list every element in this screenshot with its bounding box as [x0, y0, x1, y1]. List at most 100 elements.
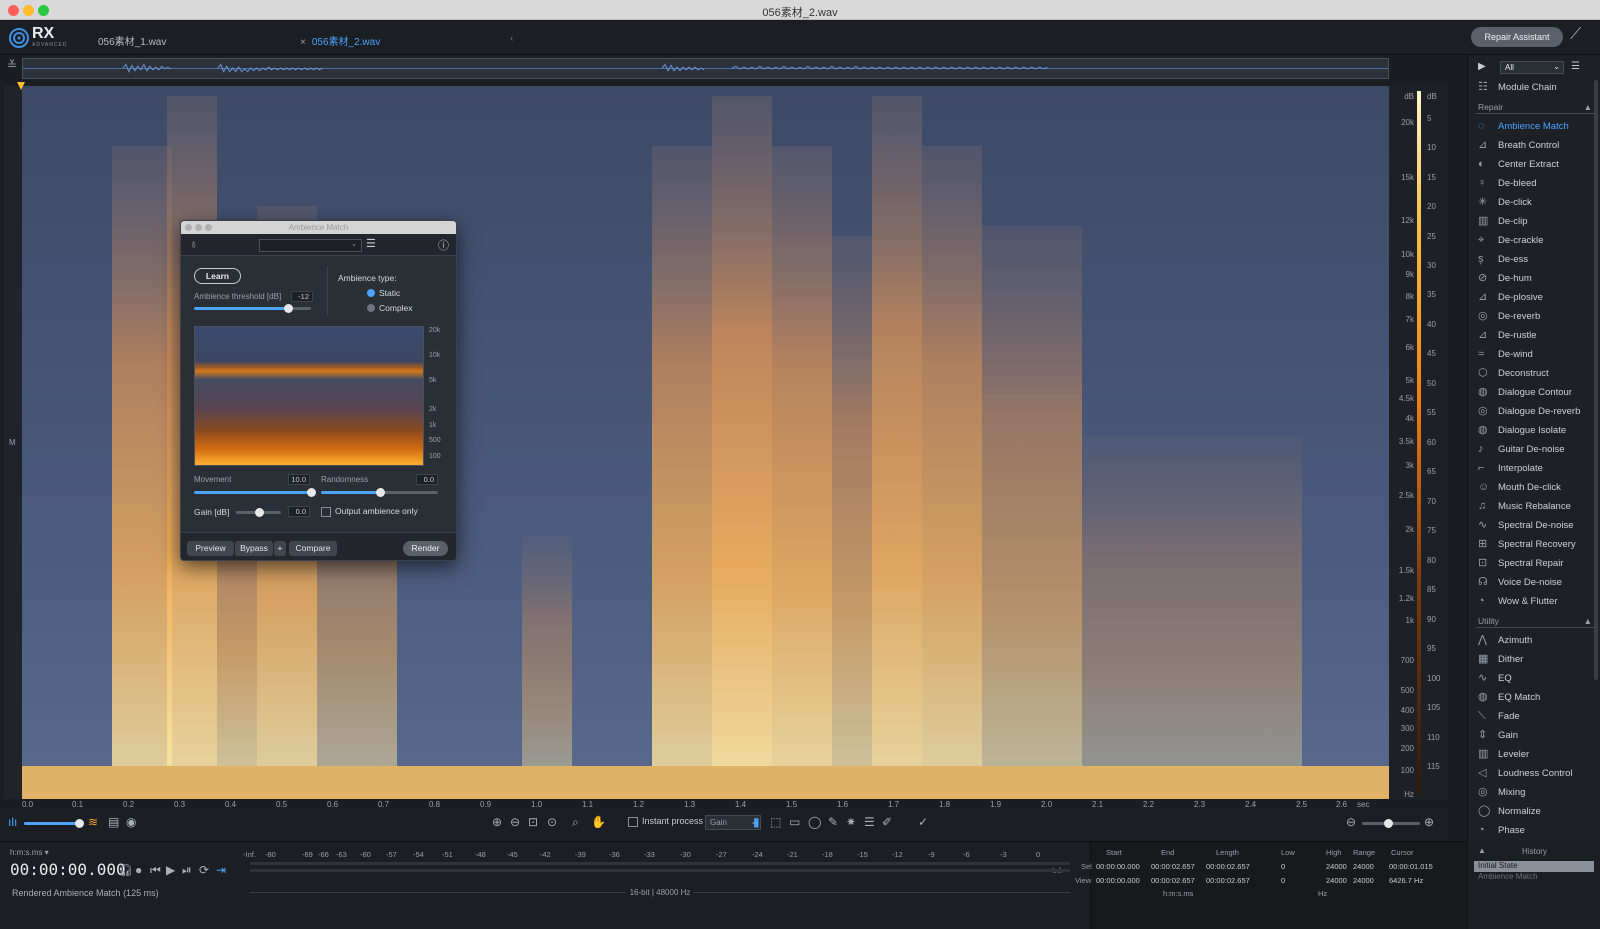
module-dither[interactable]: ▦ Dither — [1476, 650, 1594, 669]
zoom-out-icon[interactable]: ⊖ — [510, 815, 520, 829]
rect-selection-tool-icon[interactable]: ⬚ — [770, 815, 781, 829]
movement-slider-knob[interactable] — [307, 488, 316, 497]
module-panel-scrollbar[interactable] — [1594, 80, 1598, 680]
module-de-reverb[interactable]: ◎ De-reverb — [1476, 307, 1594, 326]
menu-icon[interactable]: ☰ — [1571, 61, 1580, 72]
module-interpolate[interactable]: ⌐ Interpolate — [1476, 459, 1594, 478]
movement-value[interactable]: 10.0 — [288, 474, 310, 485]
utility-section-header[interactable]: Utility ▲ — [1476, 615, 1594, 628]
dialog-zoom-button[interactable] — [205, 224, 212, 231]
horizontal-zoom-knob[interactable] — [1384, 819, 1393, 828]
module-deconstruct[interactable]: ⬡ Deconstruct — [1476, 364, 1594, 383]
module-eq[interactable]: ∿ EQ — [1476, 669, 1594, 688]
time-selection-tool-icon[interactable]: ▮ — [753, 815, 760, 829]
tab-file-1[interactable]: 056素材_1.wav — [88, 28, 176, 50]
play-selection-button[interactable]: ⏯︎ — [182, 863, 192, 878]
module-eq-match[interactable]: ◍ EQ Match — [1476, 688, 1594, 707]
module-guitar-de-noise[interactable]: ♪ Guitar De-noise — [1476, 440, 1594, 459]
module-wow-flutter[interactable]: ◔ Wow & Flutter — [1476, 592, 1594, 611]
compare-button[interactable]: Compare — [289, 541, 337, 556]
module-breath-control[interactable]: ⊿ Breath Control — [1476, 136, 1594, 155]
module-de-crackle[interactable]: ⌖ De-crackle — [1476, 231, 1594, 250]
bypass-plus-button[interactable]: + — [274, 541, 286, 556]
module-leveler[interactable]: ▥ Leveler — [1476, 745, 1594, 764]
brush-tool-icon[interactable]: ✎ — [828, 815, 838, 829]
module-de-click[interactable]: ✳ De-click — [1476, 193, 1594, 212]
module-de-rustle[interactable]: ⊿ De-rustle — [1476, 326, 1594, 345]
module-music-rebalance[interactable]: ♫ Music Rebalance — [1476, 497, 1594, 516]
rewind-button[interactable]: ⏮︎ — [150, 863, 161, 878]
threshold-slider-knob[interactable] — [284, 304, 293, 313]
module-filter-select[interactable]: All ⌄ — [1500, 61, 1564, 74]
zoom-tool-icon[interactable]: ⌕ — [572, 815, 579, 830]
headphones-icon[interactable]: 🎧︎ — [118, 863, 133, 877]
randomness-slider-knob[interactable] — [376, 488, 385, 497]
module-de-clip[interactable]: ▥ De-clip — [1476, 212, 1594, 231]
close-tab-icon[interactable]: × — [300, 37, 306, 48]
dialog-titlebar[interactable]: Ambience Match — [181, 221, 456, 234]
play-button[interactable]: ▶ — [166, 863, 175, 877]
module-center-extract[interactable]: ◐ Center Extract — [1476, 155, 1594, 174]
randomness-value[interactable]: 0.0 — [416, 474, 438, 485]
view-high[interactable]: 24000 — [1326, 876, 1347, 885]
preview-button[interactable]: Preview — [187, 541, 234, 556]
module-de-wind[interactable]: ≈ De-wind — [1476, 345, 1594, 364]
output-ambience-toggle[interactable]: Output ambience only — [321, 506, 418, 517]
tab-file-2[interactable]: × 056素材_2.wav — [290, 28, 390, 50]
waveform-toggle-icon[interactable]: ılı — [8, 815, 17, 829]
dialog-close-button[interactable] — [185, 224, 192, 231]
collapse-overview-icon[interactable]: ≚ — [4, 58, 20, 79]
module-spectral-repair[interactable]: ⊡ Spectral Repair — [1476, 554, 1594, 573]
output-ambience-checkbox[interactable] — [321, 506, 331, 517]
loop-button[interactable]: ⟳ — [199, 863, 209, 877]
markers-icon[interactable]: ◉ — [126, 815, 136, 829]
gain-value[interactable]: 0.0 — [288, 506, 310, 517]
dialog-minimize-button[interactable] — [195, 224, 202, 231]
view-range[interactable]: 24000 — [1353, 876, 1374, 885]
spectrogram-toggle-icon[interactable]: ≋ — [88, 815, 98, 829]
module-de-plosive[interactable]: ⊿ De-plosive — [1476, 288, 1594, 307]
module-phase[interactable]: ◔ Phase — [1476, 821, 1594, 835]
help-icon[interactable]: ⓘ — [438, 237, 449, 253]
lasso-tool-icon[interactable]: ◯ — [808, 815, 821, 829]
module-loudness-control[interactable]: ◁ Loudness Control — [1476, 764, 1594, 783]
module-normalize[interactable]: ◯ Normalize — [1476, 802, 1594, 821]
blend-slider-knob[interactable] — [75, 819, 84, 828]
instant-process-toggle[interactable]: Instant process — [628, 816, 703, 827]
magic-wand-icon[interactable]: ✷ — [846, 815, 856, 829]
zoom-selection-icon[interactable]: ⊡ — [528, 815, 538, 829]
module-azimuth[interactable]: ⋀ Azimuth — [1476, 631, 1594, 650]
play-icon[interactable]: ▶ — [1478, 61, 1486, 72]
time-format-select[interactable]: h:m:s.ms ▾ — [10, 848, 49, 857]
record-button[interactable]: ● — [135, 863, 142, 877]
hand-tool-icon[interactable]: ✋ — [591, 815, 606, 829]
sel-high[interactable]: 24000 — [1326, 862, 1347, 871]
history-item-ambience[interactable]: Ambience Match — [1478, 872, 1538, 881]
sel-start[interactable]: 00:00:00.000 — [1096, 862, 1140, 871]
radio-complex[interactable] — [367, 304, 375, 312]
preset-menu-icon[interactable]: ☰ — [366, 237, 376, 250]
module-de-bleed[interactable]: ♀ De-bleed — [1476, 174, 1594, 193]
repair-assistant-button[interactable]: Repair Assistant — [1471, 27, 1563, 47]
module-mixing[interactable]: ◎ Mixing — [1476, 783, 1594, 802]
module-voice-de-noise[interactable]: ☊ Voice De-noise — [1476, 573, 1594, 592]
sel-end[interactable]: 00:00:02.657 — [1151, 862, 1195, 871]
module-de-hum[interactable]: ⊘ De-hum — [1476, 269, 1594, 288]
instant-process-checkbox[interactable] — [628, 816, 638, 827]
module-spectral-recovery[interactable]: ⊞ Spectral Recovery — [1476, 535, 1594, 554]
signal-path-icon[interactable]: ⟋ — [1570, 26, 1592, 48]
zoom-in-horizontal-icon[interactable]: ⊕ — [1424, 815, 1434, 829]
preset-select[interactable]: ⌄ — [259, 239, 362, 252]
history-item-initial[interactable]: Initial State — [1474, 861, 1594, 872]
module-chain-item[interactable]: ☷ Module Chain — [1476, 78, 1594, 97]
repair-section-header[interactable]: Repair ▲ — [1476, 101, 1594, 114]
sel-length[interactable]: 00:00:02.657 — [1206, 862, 1250, 871]
threshold-value[interactable]: -12 — [291, 291, 313, 302]
sel-range[interactable]: 24000 — [1353, 862, 1374, 871]
automation-icon[interactable]: ✓ — [918, 815, 928, 829]
sel-low[interactable]: 0 — [1281, 862, 1285, 871]
zoom-in-icon[interactable]: ⊕ — [492, 815, 502, 829]
module-dialogue-de-reverb[interactable]: ◎ Dialogue De-reverb — [1476, 402, 1594, 421]
module-ambience-match[interactable]: ◌ Ambience Match — [1476, 117, 1594, 136]
module-gain[interactable]: ⇕ Gain — [1476, 726, 1594, 745]
